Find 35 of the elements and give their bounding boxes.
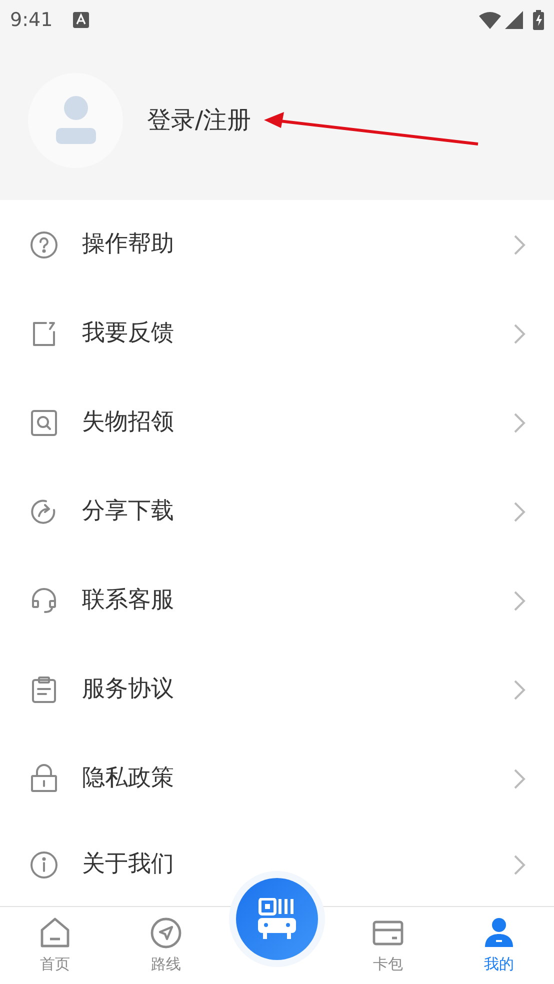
bus-code-button[interactable] (236, 878, 318, 960)
tab[interactable]: 路线 (111, 907, 221, 984)
help-icon (28, 228, 60, 260)
signal-icon (505, 11, 523, 29)
person-silhouette-icon (56, 96, 96, 144)
bus-icon (258, 898, 296, 940)
lock-icon (28, 762, 60, 794)
person-icon (483, 917, 515, 949)
menu-item[interactable]: 联系客服 (82, 583, 174, 618)
info-icon (28, 848, 60, 880)
chevron-right-icon (514, 590, 526, 610)
menu-item[interactable]: 关于我们 (82, 847, 174, 882)
tab[interactable]: 卡包 (333, 907, 443, 984)
menu-item[interactable]: 隐私政策 (82, 761, 174, 796)
chevron-right-icon (514, 854, 526, 874)
wifi-icon (479, 12, 501, 28)
keyboard-notification-icon (72, 12, 89, 28)
menu-item[interactable]: 服务协议 (82, 672, 174, 707)
navigation-icon (150, 917, 182, 949)
chevron-right-icon (514, 680, 526, 700)
tab[interactable]: 首页 (0, 907, 110, 984)
chevron-right-icon (514, 234, 526, 254)
menu-item[interactable]: 我要反馈 (82, 316, 174, 351)
chevron-right-icon (514, 768, 526, 788)
menu-item[interactable]: 操作帮助 (82, 227, 174, 262)
tab[interactable]: 我的 (444, 907, 554, 984)
menu-item[interactable]: 失物招领 (82, 405, 174, 440)
home-icon (39, 917, 71, 949)
menu-item[interactable]: 分享下载 (82, 494, 174, 529)
chevron-right-icon (514, 324, 526, 344)
chevron-right-icon (514, 412, 526, 432)
chevron-right-icon (514, 502, 526, 522)
status-time: 9:41 (10, 8, 53, 33)
battery-icon (533, 10, 544, 30)
login-link[interactable]: 登录/注册 (147, 102, 252, 138)
